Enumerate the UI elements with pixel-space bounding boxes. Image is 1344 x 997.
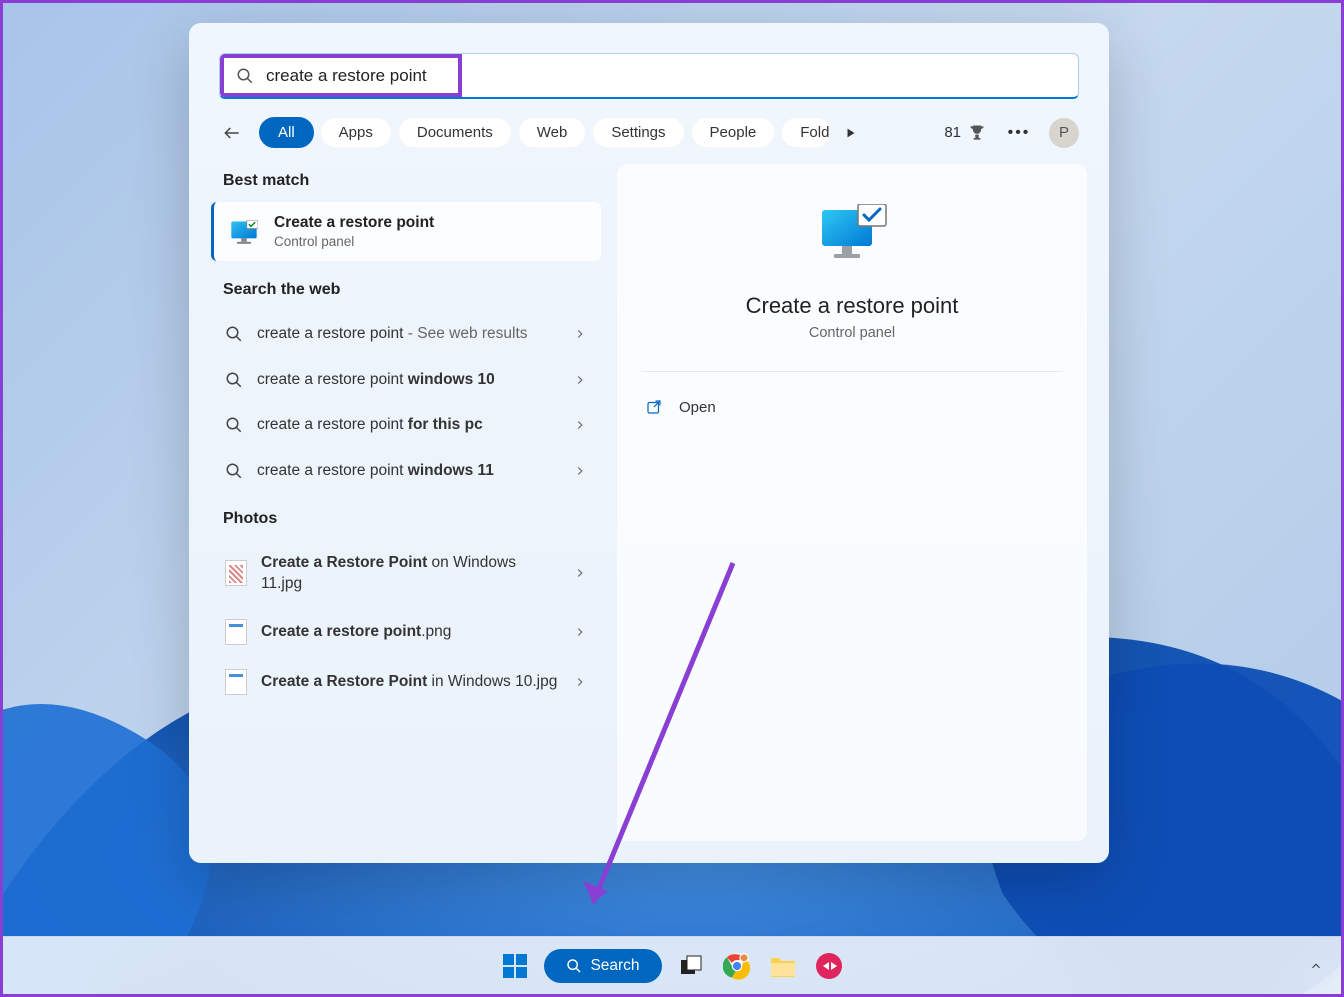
- photo-result[interactable]: Create a Restore Point in Windows 10.jpg: [211, 657, 601, 707]
- web-result[interactable]: create a restore point - See web results: [211, 311, 601, 357]
- web-results-list: create a restore point - See web results…: [211, 311, 601, 494]
- more-filters-button[interactable]: [839, 121, 863, 145]
- filter-all[interactable]: All: [259, 117, 314, 148]
- filter-documents[interactable]: Documents: [398, 117, 512, 148]
- control-panel-icon: [228, 216, 260, 248]
- task-view-button[interactable]: [674, 949, 708, 983]
- filter-people[interactable]: People: [691, 117, 776, 148]
- chrome-app-icon[interactable]: [720, 949, 754, 983]
- search-flyout: All Apps Documents Web Settings People F…: [189, 23, 1109, 863]
- search-icon: [236, 67, 254, 85]
- photo-results-list: Create a Restore Point on Windows 11.jpg…: [211, 540, 601, 707]
- photo-result[interactable]: Create a restore point.png: [211, 607, 601, 657]
- photo-result[interactable]: Create a Restore Point on Windows 11.jpg: [211, 540, 601, 607]
- open-action[interactable]: Open: [641, 388, 1063, 426]
- search-input[interactable]: [266, 66, 446, 86]
- user-avatar[interactable]: P: [1049, 118, 1079, 148]
- web-result[interactable]: create a restore point for this pc: [211, 402, 601, 448]
- filter-tabs: All Apps Documents Web Settings People F…: [189, 109, 1109, 164]
- detail-title: Create a restore point: [746, 293, 959, 319]
- search-label: Search: [590, 957, 639, 975]
- search-icon: [225, 325, 243, 343]
- detail-pane: Create a restore point Control panel Ope…: [617, 164, 1087, 841]
- chevron-right-icon: [573, 373, 587, 387]
- system-tray[interactable]: [1309, 959, 1323, 973]
- rewards-points: 81: [944, 124, 961, 141]
- chevron-right-icon: [573, 675, 587, 689]
- result-title: Create a restore point: [274, 214, 587, 232]
- chevron-right-icon: [573, 625, 587, 639]
- taskbar: Search: [3, 936, 1341, 994]
- chevron-right-icon: [573, 464, 587, 478]
- chevron-right-icon: [573, 418, 587, 432]
- image-thumbnail-icon: [225, 669, 247, 695]
- chevron-up-icon: [1309, 959, 1323, 973]
- back-button[interactable]: [219, 120, 245, 146]
- search-icon: [225, 462, 243, 480]
- start-button[interactable]: [498, 949, 532, 983]
- chevron-right-icon: [573, 327, 587, 341]
- image-thumbnail-icon: [225, 619, 247, 645]
- open-external-icon: [645, 398, 663, 416]
- result-subtitle: Control panel: [274, 234, 587, 249]
- search-icon: [225, 416, 243, 434]
- image-thumbnail-icon: [225, 560, 247, 586]
- pinned-app-icon[interactable]: [812, 949, 846, 983]
- action-label: Open: [679, 399, 716, 416]
- filter-folders[interactable]: Fold: [781, 117, 831, 148]
- filter-settings[interactable]: Settings: [592, 117, 684, 148]
- divider: [641, 371, 1063, 372]
- photos-header: Photos: [211, 502, 601, 540]
- web-result[interactable]: create a restore point windows 11: [211, 448, 601, 494]
- search-bar[interactable]: [219, 53, 1079, 99]
- trophy-icon: [967, 123, 987, 143]
- search-icon: [566, 958, 582, 974]
- taskbar-search-button[interactable]: Search: [544, 949, 661, 983]
- file-explorer-icon[interactable]: [766, 949, 800, 983]
- best-match-header: Best match: [211, 164, 601, 202]
- detail-subtitle: Control panel: [809, 325, 895, 341]
- chevron-right-icon: [573, 566, 587, 580]
- detail-app-icon: [816, 204, 888, 273]
- annotation-highlight: [220, 54, 462, 97]
- results-column: Best match Create a restore point Contro…: [211, 164, 601, 841]
- web-result[interactable]: create a restore point windows 10: [211, 357, 601, 403]
- filter-apps[interactable]: Apps: [320, 117, 392, 148]
- rewards-badge[interactable]: 81: [944, 123, 987, 143]
- best-match-result[interactable]: Create a restore point Control panel: [211, 202, 601, 261]
- more-options-button[interactable]: •••: [1005, 124, 1033, 142]
- filter-web[interactable]: Web: [518, 117, 587, 148]
- search-icon: [225, 371, 243, 389]
- search-web-header: Search the web: [211, 273, 601, 311]
